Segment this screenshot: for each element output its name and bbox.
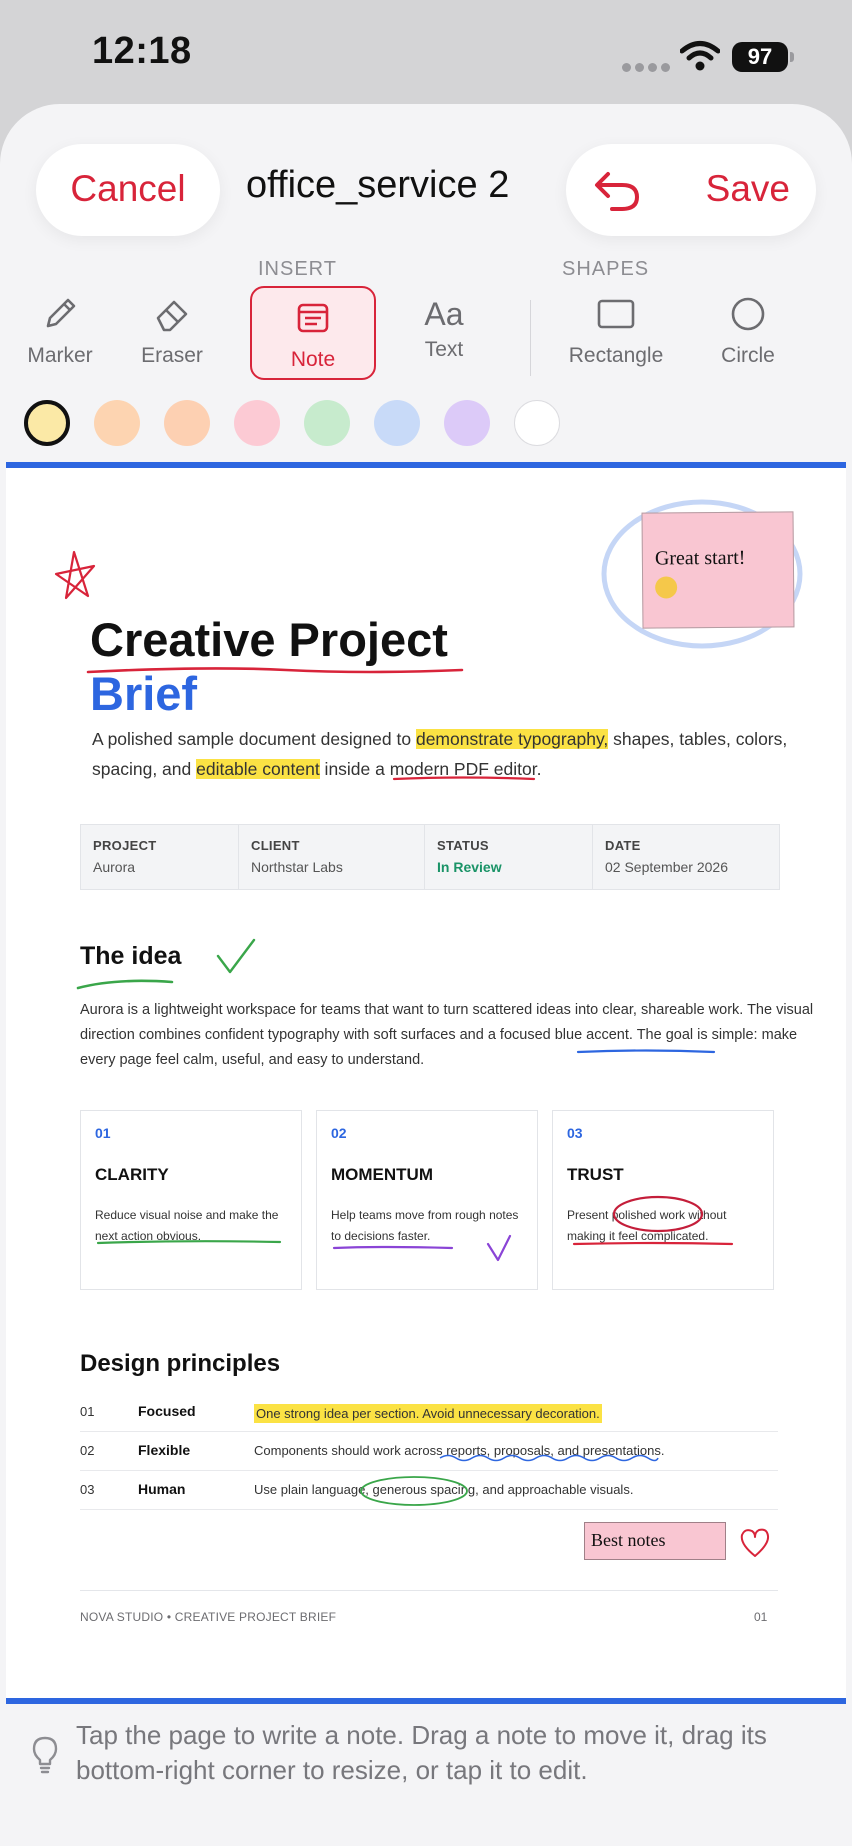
- rectangle-icon: [597, 299, 635, 329]
- signal-icon: [622, 63, 670, 72]
- color-swatch[interactable]: [444, 400, 490, 446]
- circle-drawing[interactable]: [610, 1192, 706, 1234]
- text-tool[interactable]: Aa Text: [402, 284, 486, 362]
- underline-drawing[interactable]: [576, 1048, 716, 1056]
- footer-divider: [80, 1590, 778, 1591]
- text-icon: Aa: [424, 295, 464, 332]
- status-time: 12:18: [92, 30, 192, 72]
- eraser-icon: [156, 300, 188, 332]
- card-number: 02: [331, 1125, 347, 1141]
- meta-key: DATE: [605, 838, 641, 853]
- row-description: One strong idea per section. Avoid unnec…: [254, 1404, 602, 1423]
- rectangle-tool[interactable]: Rectangle: [556, 284, 676, 368]
- star-drawing[interactable]: [50, 548, 102, 604]
- toolbar-divider: [530, 300, 531, 376]
- meta-cell: DATE 02 September 2026: [593, 825, 777, 889]
- check-drawing[interactable]: [76, 938, 266, 992]
- note-label: Note: [290, 348, 336, 371]
- color-swatch[interactable]: [514, 400, 560, 446]
- sticky-note[interactable]: Great start!: [641, 511, 795, 629]
- color-palette: [24, 400, 584, 446]
- intro-highlight-2: editable content: [196, 759, 320, 779]
- meta-cell: CLIENT Northstar Labs: [239, 825, 425, 889]
- underline-drawing[interactable]: [96, 1238, 286, 1246]
- card-number: 01: [95, 1125, 111, 1141]
- marker-icon: [46, 298, 76, 328]
- eraser-tool[interactable]: Eraser: [130, 284, 214, 368]
- intro-text: A polished sample document designed to: [92, 729, 416, 749]
- sticky-note[interactable]: Best notes: [584, 1522, 726, 1560]
- row-number: 02: [80, 1443, 95, 1458]
- undo-save-group: Save: [566, 144, 816, 236]
- shapes-section-label: SHAPES: [562, 258, 650, 280]
- document-page: Great start! Creative Project Brief A po…: [6, 468, 846, 1698]
- color-swatch[interactable]: [164, 400, 210, 446]
- battery-indicator: 97: [732, 42, 794, 72]
- insert-section-label: INSERT: [258, 258, 337, 280]
- rectangle-label: Rectangle: [568, 344, 664, 367]
- hint-text: Tap the page to write a note. Drag a not…: [76, 1720, 767, 1785]
- principle-card: 01 CLARITY Reduce visual noise and make …: [80, 1110, 302, 1290]
- marker-label: Marker: [27, 344, 93, 367]
- save-button[interactable]: Save: [706, 168, 790, 210]
- check-drawing[interactable]: [332, 1230, 522, 1264]
- row-number: 01: [80, 1404, 95, 1419]
- card-title: MOMENTUM: [331, 1165, 433, 1184]
- sticky-note-text: Great start!: [654, 546, 746, 570]
- card-title: CLARITY: [95, 1165, 169, 1184]
- principle-row: 02 Flexible Components should work acros…: [80, 1431, 778, 1471]
- wifi-icon: [680, 41, 720, 71]
- underline-drawing[interactable]: [572, 1240, 736, 1248]
- row-name: Focused: [138, 1403, 196, 1419]
- status-value: In Review: [437, 859, 502, 875]
- principles-heading: Design principles: [80, 1350, 281, 1377]
- circle-icon: [731, 297, 765, 331]
- project-meta-table: PROJECT Aurora CLIENT Northstar Labs STA…: [80, 824, 780, 890]
- color-swatch[interactable]: [234, 400, 280, 446]
- card-number: 03: [567, 1125, 583, 1141]
- text-label: Text: [424, 338, 464, 361]
- color-swatch[interactable]: [374, 400, 420, 446]
- smile-emoji-icon: [655, 576, 678, 599]
- circle-label: Circle: [721, 344, 775, 367]
- idea-paragraph: Aurora is a lightweight workspace for te…: [80, 1002, 814, 1068]
- cancel-label: Cancel: [70, 168, 186, 209]
- meta-key: PROJECT: [93, 838, 157, 853]
- meta-key: CLIENT: [251, 838, 300, 853]
- footer-left: NOVA STUDIO • CREATIVE PROJECT BRIEF: [80, 1610, 337, 1624]
- undo-icon[interactable]: [592, 166, 642, 214]
- document-title: office_service 2: [246, 164, 510, 206]
- lightbulb-icon: [32, 1736, 58, 1774]
- color-swatch[interactable]: [304, 400, 350, 446]
- meta-value: Northstar Labs: [251, 859, 343, 875]
- color-swatch[interactable]: [24, 400, 70, 446]
- row-number: 03: [80, 1482, 95, 1497]
- circle-drawing[interactable]: [358, 1474, 470, 1508]
- principle-row: 01 Focused One strong idea per section. …: [80, 1392, 778, 1432]
- row-name: Human: [138, 1481, 186, 1497]
- marker-tool[interactable]: Marker: [18, 284, 102, 368]
- note-tool[interactable]: Note: [250, 286, 376, 380]
- circle-tool[interactable]: Circle: [706, 284, 790, 368]
- document-title-line-1: Creative Project: [90, 613, 448, 666]
- cancel-button[interactable]: Cancel: [36, 144, 220, 236]
- heart-drawing[interactable]: [738, 1526, 772, 1560]
- eraser-label: Eraser: [141, 344, 203, 367]
- color-swatch[interactable]: [94, 400, 140, 446]
- meta-value: 02 September 2026: [605, 859, 728, 875]
- meta-key: STATUS: [437, 838, 489, 853]
- row-name: Flexible: [138, 1442, 191, 1458]
- document-canvas[interactable]: Great start! Creative Project Brief A po…: [6, 462, 846, 1704]
- wavy-underline-drawing[interactable]: [438, 1452, 660, 1464]
- document-title-line-2: Brief: [90, 667, 198, 720]
- meta-cell: PROJECT Aurora: [81, 825, 239, 889]
- underline-drawing[interactable]: [392, 774, 536, 784]
- meta-cell: STATUS In Review: [425, 825, 593, 889]
- intro-highlight-1: demonstrate typography,: [415, 729, 609, 749]
- meta-value: Aurora: [93, 859, 136, 875]
- page-number: 01: [754, 1610, 768, 1624]
- note-icon: [297, 303, 329, 333]
- card-title: TRUST: [567, 1165, 624, 1184]
